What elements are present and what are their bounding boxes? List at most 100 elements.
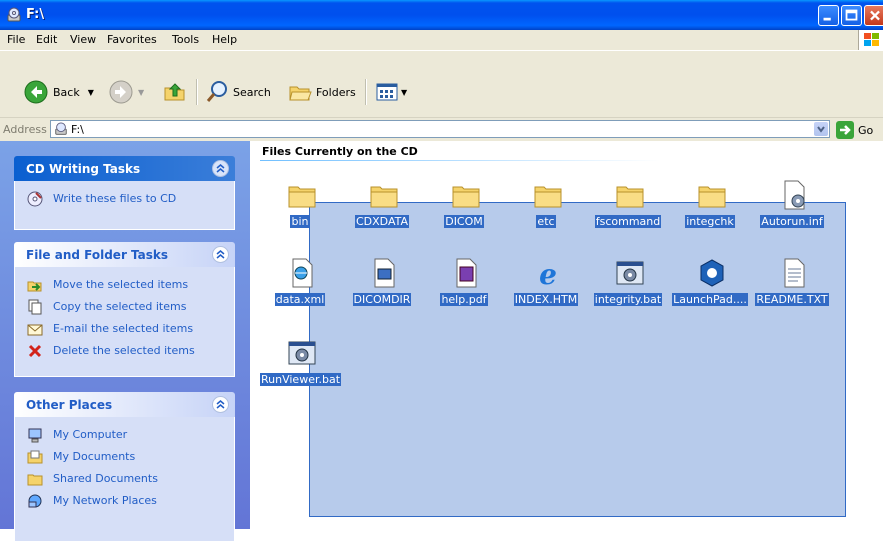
file-name: DICOMDIR <box>352 293 412 306</box>
move-icon <box>27 281 42 292</box>
place-my-computer[interactable]: My Computer <box>15 425 234 447</box>
file-item[interactable]: LaunchPad.... <box>670 257 750 317</box>
file-item[interactable]: bin <box>260 179 340 239</box>
folder-icon <box>616 186 644 208</box>
file-item[interactable]: data.xml <box>260 257 340 317</box>
task-delete[interactable]: Delete the selected items <box>15 341 234 363</box>
toolbar: Back ▼ ▼ Search Folders ▼ <box>0 51 883 117</box>
menu-favorites[interactable]: Favorites <box>107 33 157 46</box>
file-item[interactable]: fscommand <box>588 179 668 239</box>
file-item[interactable]: e INDEX.HTM <box>506 257 586 317</box>
file-item[interactable]: Autorun.inf <box>752 179 832 239</box>
place-my-documents[interactable]: My Documents <box>15 447 234 469</box>
task-move[interactable]: Move the selected items <box>15 275 234 297</box>
place-label: My Network Places <box>53 494 157 507</box>
panel-header[interactable]: CD Writing Tasks <box>14 156 235 181</box>
file-item[interactable]: integrity.bat <box>588 257 668 317</box>
views-button[interactable]: ▼ <box>375 78 407 106</box>
file-list-area[interactable]: Files Currently on the CD bin CDXDATA DICO… <box>250 141 883 529</box>
collapse-chevron-icon[interactable] <box>212 246 229 263</box>
close-icon <box>870 10 880 21</box>
menu-file[interactable]: File <box>7 33 25 46</box>
task-copy[interactable]: Copy the selected items <box>15 297 234 319</box>
file-name: integchk <box>685 215 735 228</box>
file-name: fscommand <box>594 215 662 228</box>
file-name: integrity.bat <box>593 293 663 306</box>
place-label: My Computer <box>53 428 128 441</box>
chevron-down-icon <box>817 126 825 133</box>
file-name: etc <box>536 215 556 228</box>
task-label: Delete the selected items <box>53 344 195 357</box>
address-bar: Address F:\ Go <box>0 117 883 141</box>
place-label: My Documents <box>53 450 136 463</box>
menu-help[interactable]: Help <box>212 33 237 46</box>
views-icon <box>376 83 398 101</box>
folder-icon <box>698 186 726 208</box>
file-item[interactable]: DICOM <box>424 179 504 239</box>
panel-header[interactable]: Other Places <box>14 392 235 417</box>
file-item[interactable]: CDXDATA <box>342 179 422 239</box>
minimize-button[interactable] <box>818 5 839 26</box>
menu-view[interactable]: View <box>70 33 96 46</box>
folders-button[interactable]: Folders <box>288 78 356 106</box>
file-item[interactable]: RunViewer.bat <box>260 337 342 397</box>
panel-title: CD Writing Tasks <box>26 162 141 176</box>
file-name: data.xml <box>274 293 326 306</box>
place-shared-documents[interactable]: Shared Documents <box>15 469 234 491</box>
panel-title: Other Places <box>26 398 113 412</box>
collapse-chevron-icon[interactable] <box>212 160 229 177</box>
task-write-to-cd[interactable]: Write these files to CD <box>15 189 234 211</box>
up-folder-button[interactable] <box>163 78 187 106</box>
chevron-down-icon[interactable]: ▼ <box>88 88 94 97</box>
close-button[interactable] <box>864 5 883 26</box>
task-label: Copy the selected items <box>53 300 187 313</box>
folder-icon <box>534 186 562 208</box>
go-label: Go <box>858 123 874 137</box>
search-button[interactable]: Search <box>205 78 271 106</box>
address-input[interactable]: F:\ <box>50 120 830 138</box>
file-item[interactable]: etc <box>506 179 586 239</box>
launchpad-icon <box>700 259 724 287</box>
address-dropdown-button[interactable] <box>814 122 828 136</box>
task-label: Write these files to CD <box>53 192 177 205</box>
title-bar[interactable]: F:\ <box>0 0 883 30</box>
menu-bar: File Edit View Favorites Tools Help <box>0 30 883 51</box>
email-icon <box>27 324 43 336</box>
file-name: bin <box>290 215 310 228</box>
folders-icon <box>289 86 312 101</box>
collapse-chevron-icon[interactable] <box>212 396 229 413</box>
chevron-down-icon[interactable]: ▼ <box>401 88 407 97</box>
section-divider <box>260 160 660 161</box>
file-item[interactable]: help.pdf <box>424 257 504 317</box>
folder-icon <box>288 186 316 208</box>
file-name: help.pdf <box>440 293 488 306</box>
back-button[interactable]: Back ▼ <box>24 78 94 106</box>
file-name: INDEX.HTM <box>513 293 579 306</box>
forward-button[interactable]: ▼ <box>109 78 144 106</box>
file-item[interactable]: README.TXT <box>752 257 832 317</box>
menu-edit[interactable]: Edit <box>36 33 57 46</box>
task-pane: CD Writing Tasks Write these files to CD… <box>0 141 250 542</box>
maximize-button[interactable] <box>841 5 862 26</box>
minimize-icon <box>823 17 831 21</box>
file-name: CDXDATA <box>354 215 410 228</box>
go-button[interactable]: Go <box>836 121 873 139</box>
file-item[interactable]: DICOMDIR <box>342 257 422 317</box>
panel-header[interactable]: File and Folder Tasks <box>14 242 235 267</box>
generic-file-icon <box>374 258 395 288</box>
folder-icon <box>452 186 480 208</box>
panel-title: File and Folder Tasks <box>26 248 169 262</box>
task-email[interactable]: E-mail the selected items <box>15 319 234 341</box>
chevron-down-icon[interactable]: ▼ <box>138 88 144 97</box>
documents-icon <box>27 450 43 464</box>
menu-tools[interactable]: Tools <box>172 33 199 46</box>
delete-icon <box>28 344 42 358</box>
place-my-network-places[interactable]: My Network Places <box>15 491 234 513</box>
settings-file-icon <box>784 180 805 210</box>
maximize-icon <box>845 9 858 21</box>
file-name: Autorun.inf <box>760 215 824 228</box>
up-folder-icon <box>164 83 185 101</box>
copy-icon <box>28 299 42 315</box>
windows-logo-icon <box>858 30 883 50</box>
file-item[interactable]: integchk <box>670 179 750 239</box>
